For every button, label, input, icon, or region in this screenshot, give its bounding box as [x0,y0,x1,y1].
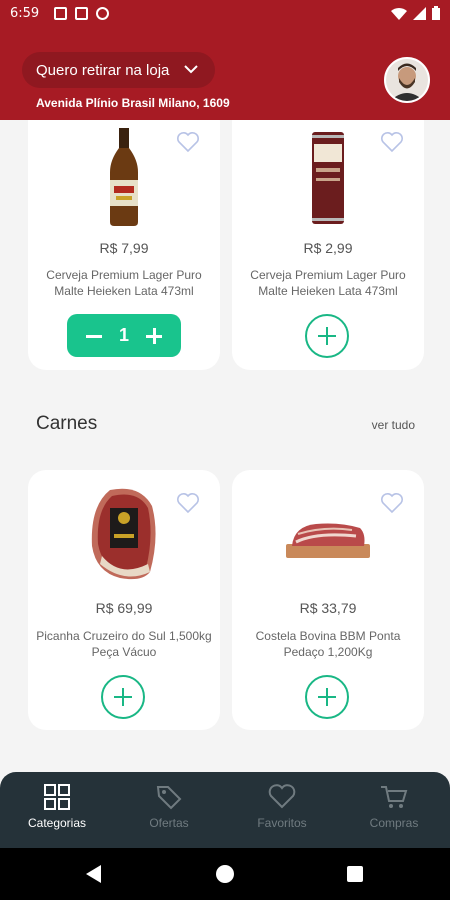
favorite-heart-icon[interactable] [380,131,404,153]
see-all-link[interactable]: ver tudo [372,418,415,432]
nav-item-favoritos[interactable]: Favoritos [226,784,338,830]
product-price: R$ 33,79 [299,600,357,616]
nav-label: Categorias [27,816,87,830]
tag-icon [156,786,182,810]
product-price: R$ 2,99 [303,240,353,256]
product-name: Cerveja Premium Lager Puro Malte Heieken… [46,268,202,298]
home-icon[interactable] [216,865,234,883]
favorite-heart-icon[interactable] [176,131,200,153]
wifi-icon [391,7,407,20]
favorite-heart-icon[interactable] [176,492,200,514]
signal-icon [413,6,426,20]
avatar[interactable] [384,57,430,103]
product-card[interactable]: R$ 2,99 Cerveja Premium Lager Puro Malte… [232,104,424,370]
product-card[interactable]: R$ 69,99 Picanha Cruzeiro do Sul 1,500kg… [28,470,220,730]
product-name: Cerveja Premium Lager Puro Malte Heieken… [250,268,406,298]
status-bar: 6:59 [0,0,450,28]
chevron-down-icon [184,65,198,74]
nav-item-ofertas[interactable]: Ofertas [113,784,225,830]
pickup-selector[interactable]: Quero retirar na loja [22,52,215,88]
pickup-label: Quero retirar na loja [36,61,170,79]
product-image [110,128,138,226]
status-time: 6:59 [10,6,40,21]
product-name: Costela Bovina BBM Ponta Pedaço 1,200Kg [255,629,401,659]
product-image [91,488,156,580]
decrease-quantity-button[interactable] [83,325,105,347]
add-to-cart-button[interactable] [305,314,349,358]
section-title: Carnes [36,413,98,434]
nav-label: Compras [369,816,419,830]
favorite-heart-icon[interactable] [380,492,404,514]
system-navigation-bar [0,848,450,900]
product-image [312,132,344,224]
recent-apps-icon[interactable] [347,866,363,882]
product-price: R$ 7,99 [99,240,149,256]
heart-icon [268,784,296,809]
bottom-navigation: Categorias Ofertas Favoritos Compras [0,772,450,848]
nav-item-compras[interactable]: Compras [338,784,450,830]
product-card[interactable]: R$ 7,99 Cerveja Premium Lager Puro Malte… [28,104,220,370]
back-icon[interactable] [86,865,101,883]
store-address: Avenida Plínio Brasil Milano, 1609 [36,96,230,110]
grid-icon [44,784,70,810]
blocked-icon [96,7,109,20]
product-name: Picanha Cruzeiro do Sul 1,500kg Peça Vác… [36,629,212,659]
nav-label: Ofertas [149,816,189,830]
product-image [286,523,370,558]
product-price: R$ 69,99 [95,600,153,616]
add-to-cart-button[interactable] [305,675,349,719]
cart-icon [381,786,408,808]
nav-item-categorias[interactable]: Categorias [1,784,113,830]
add-to-cart-button[interactable] [101,675,145,719]
app-header: Quero retirar na loja Avenida Plínio Bra… [0,28,450,120]
notification-icons [54,7,109,20]
gallery-icon [54,7,67,20]
product-card[interactable]: R$ 33,79 Costela Bovina BBM Ponta Pedaço… [232,470,424,730]
quantity-stepper: 1 [67,314,181,357]
battery-icon [432,6,440,20]
calendar-icon [75,7,88,20]
quantity-value: 1 [118,325,129,345]
increase-quantity-button[interactable] [143,325,165,347]
system-status-icons [391,6,440,20]
nav-label: Favoritos [257,816,307,830]
